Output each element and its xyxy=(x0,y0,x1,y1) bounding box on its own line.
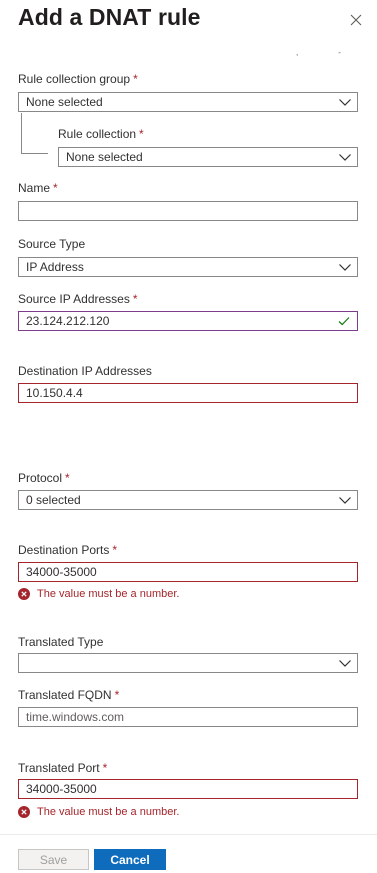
rule-collection-group-value: None selected xyxy=(26,95,103,109)
destination-ports-value: 34000-35000 xyxy=(26,565,97,579)
translated-fqdn-label: Translated FQDN * xyxy=(18,688,120,702)
destination-ports-input[interactable]: 34000-35000 xyxy=(18,562,358,582)
chevron-down-icon xyxy=(339,99,351,106)
translated-fqdn-value: time.windows.com xyxy=(26,710,125,724)
cancel-button[interactable]: Cancel xyxy=(94,849,166,870)
save-button[interactable]: Save xyxy=(18,849,89,870)
protocol-dropdown[interactable]: 0 selected xyxy=(18,490,358,510)
protocol-value: 0 selected xyxy=(26,493,81,507)
source-type-label: Source Type xyxy=(18,237,86,251)
chevron-down-icon xyxy=(339,154,351,161)
error-icon xyxy=(18,588,30,600)
translated-type-dropdown[interactable] xyxy=(18,653,358,673)
source-type-dropdown[interactable]: IP Address xyxy=(18,257,358,277)
close-icon xyxy=(350,14,362,26)
footer-divider xyxy=(0,834,377,835)
chevron-down-icon xyxy=(339,660,351,667)
add-dnat-rule-panel: Add a DNAT rule ,- Rule collection group… xyxy=(0,0,377,873)
rule-collection-group-label: Rule collection group * xyxy=(18,72,138,86)
checkmark-icon xyxy=(338,317,350,326)
protocol-label: Protocol * xyxy=(18,471,70,485)
destination-ip-addresses-value: 10.150.4.4 xyxy=(26,386,83,400)
chevron-down-icon xyxy=(339,497,351,504)
source-type-value: IP Address xyxy=(26,260,84,274)
translated-type-label: Translated Type xyxy=(18,635,104,649)
destination-ports-label: Destination Ports * xyxy=(18,543,118,557)
tree-connector-vertical xyxy=(21,113,22,153)
destination-ports-error: The value must be a number. xyxy=(18,588,179,600)
tree-connector-horizontal xyxy=(21,153,48,154)
rule-collection-group-dropdown[interactable]: None selected xyxy=(18,92,358,112)
source-ip-addresses-label: Source IP Addresses * xyxy=(18,292,138,306)
translated-port-value: 34000-35000 xyxy=(26,782,97,796)
translated-port-input[interactable]: 34000-35000 xyxy=(18,779,358,799)
rule-collection-value: None selected xyxy=(66,150,143,164)
destination-ip-addresses-input[interactable]: 10.150.4.4 xyxy=(18,383,358,403)
panel-toolbar-marks: ,- xyxy=(296,48,377,57)
destination-ports-error-text: The value must be a number. xyxy=(37,588,180,600)
close-button[interactable] xyxy=(345,9,367,31)
translated-port-error-text: The value must be a number. xyxy=(37,806,180,818)
translated-port-label: Translated Port * xyxy=(18,761,108,775)
translated-port-error: The value must be a number. xyxy=(18,806,179,818)
error-icon xyxy=(18,806,30,818)
chevron-down-icon xyxy=(339,264,351,271)
name-label: Name * xyxy=(18,181,58,195)
panel-title: Add a DNAT rule xyxy=(18,4,201,30)
source-ip-addresses-value: 23.124.212.120 xyxy=(26,314,110,328)
translated-fqdn-input[interactable]: time.windows.com xyxy=(18,707,358,727)
rule-collection-label: Rule collection * xyxy=(58,127,144,141)
name-input[interactable] xyxy=(18,201,358,221)
source-ip-addresses-input[interactable]: 23.124.212.120 xyxy=(18,311,358,331)
rule-collection-dropdown[interactable]: None selected xyxy=(58,147,358,167)
destination-ip-addresses-label: Destination IP Addresses xyxy=(18,364,152,378)
